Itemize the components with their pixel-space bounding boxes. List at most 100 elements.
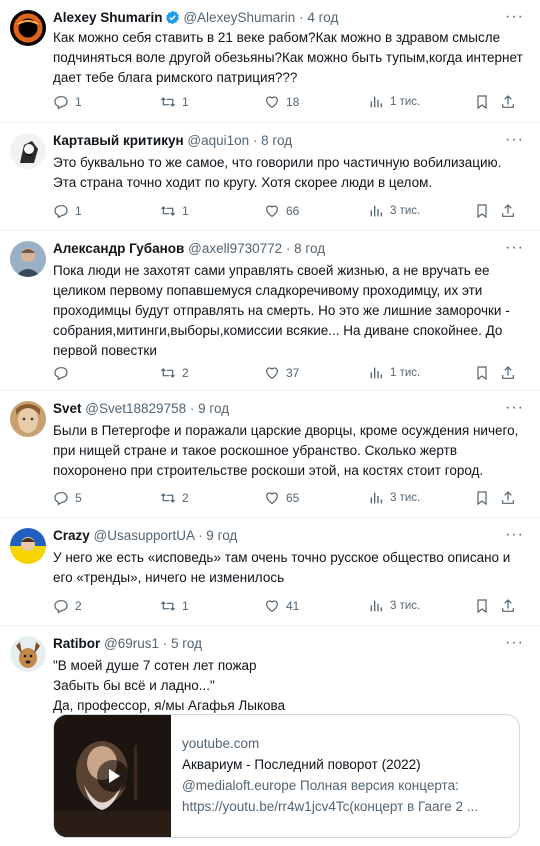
reply-count: 1: [75, 95, 82, 109]
reply-icon: [54, 367, 68, 381]
more-options-icon[interactable]: ···: [505, 400, 524, 416]
retweet-count: 1: [182, 204, 189, 218]
tweet-text: Это буквально то же самое, что говорили …: [53, 155, 502, 190]
tweet-2[interactable]: Картавый критикун @aqui1on · 8 год ··· Э…: [0, 123, 540, 231]
views-button[interactable]: 1 тис.: [368, 94, 474, 110]
more-options-icon[interactable]: ···: [505, 132, 524, 148]
share-button[interactable]: [500, 490, 520, 506]
author-handle[interactable]: @UsasupportUA: [94, 528, 195, 543]
author-handle[interactable]: @aqui1on: [187, 133, 249, 148]
heart-icon: [266, 367, 278, 380]
view-count: 1 тис.: [390, 367, 421, 379]
retweet-button[interactable]: 2: [160, 365, 264, 381]
avatar[interactable]: [10, 133, 46, 169]
link-card[interactable]: youtube.com Аквариум - Последний поворот…: [53, 714, 520, 838]
retweet-count: 2: [182, 366, 189, 380]
tweet-text: Пока люди не захотят сами управлять свое…: [53, 263, 510, 358]
reply-button[interactable]: 5: [53, 490, 160, 506]
bookmark-button[interactable]: [474, 203, 500, 219]
tweet-time[interactable]: · 9 год: [198, 528, 237, 543]
card-title: Аквариум - Последний поворот (2022): [182, 757, 421, 772]
more-options-icon[interactable]: ···: [505, 527, 524, 543]
like-button[interactable]: 37: [264, 365, 368, 381]
share-button[interactable]: [500, 598, 520, 614]
views-button[interactable]: 1 тис.: [368, 365, 474, 381]
reply-button[interactable]: 2: [53, 598, 160, 614]
author-name[interactable]: Crazy: [53, 528, 90, 543]
like-button[interactable]: 18: [264, 94, 368, 110]
verified-badge-icon: [165, 10, 180, 25]
tweet-header: Svet @Svet18829758 · 9 год: [53, 400, 500, 418]
reply-count: 1: [75, 204, 82, 218]
tweet-time[interactable]: · 8 год: [253, 133, 292, 148]
avatar[interactable]: [10, 528, 46, 564]
avatar[interactable]: [10, 241, 46, 277]
avatar[interactable]: [10, 636, 46, 672]
retweet-button[interactable]: 1: [160, 94, 264, 110]
author-name[interactable]: Svet: [53, 401, 82, 416]
author-name[interactable]: Alexey Shumarin: [53, 10, 163, 25]
bookmark-icon: [477, 491, 487, 506]
views-button[interactable]: 3 тис.: [368, 490, 474, 506]
tweet-header: Александр Губанов @axell9730772 · 8 год: [53, 240, 500, 258]
author-name[interactable]: Ratibor: [53, 636, 100, 651]
retweet-button[interactable]: 2: [160, 490, 264, 506]
views-button[interactable]: 3 тис.: [368, 203, 474, 219]
bookmark-icon: [477, 204, 487, 219]
author-handle[interactable]: @AlexeyShumarin: [183, 10, 295, 25]
author-handle[interactable]: @69rus1: [104, 636, 159, 651]
bookmark-button[interactable]: [474, 94, 500, 110]
heart-icon: [266, 205, 278, 218]
tweet-time[interactable]: · 5 год: [163, 636, 202, 651]
reply-icon: [54, 96, 68, 110]
author-name[interactable]: Александр Губанов: [53, 241, 184, 256]
heart-icon: [266, 96, 278, 109]
retweet-button[interactable]: 1: [160, 203, 264, 219]
reply-button[interactable]: [53, 365, 160, 381]
avatar[interactable]: [10, 401, 46, 437]
share-icon: [502, 95, 514, 108]
avatar[interactable]: [10, 10, 46, 46]
like-count: 37: [286, 366, 300, 380]
retweet-button[interactable]: 1: [160, 598, 264, 614]
retweet-icon: [160, 206, 176, 216]
tweet-4[interactable]: Svet @Svet18829758 · 9 год ··· Были в Пе…: [0, 391, 540, 518]
views-chart-icon: [370, 600, 382, 612]
tweet-1[interactable]: Alexey Shumarin @AlexeyShumarin · 4 год …: [0, 0, 540, 123]
view-count: 3 тис.: [390, 205, 421, 217]
reply-button[interactable]: 1: [53, 94, 160, 110]
video-thumbnail[interactable]: [54, 715, 171, 837]
tweet-time[interactable]: · 8 год: [286, 241, 325, 256]
tweet-header: Ratibor @69rus1 · 5 год: [53, 635, 500, 653]
share-button[interactable]: [500, 203, 520, 219]
tweet-time[interactable]: · 4 год: [299, 10, 338, 25]
tweet-6[interactable]: Ratibor @69rus1 · 5 год ··· "В моей душе…: [0, 626, 540, 846]
bookmark-icon: [477, 599, 487, 614]
play-icon[interactable]: [96, 759, 130, 793]
more-options-icon[interactable]: ···: [505, 240, 524, 256]
share-button[interactable]: [500, 94, 520, 110]
more-options-icon[interactable]: ···: [505, 9, 524, 25]
reply-icon: [54, 600, 68, 614]
views-button[interactable]: 3 тис.: [368, 598, 474, 614]
like-button[interactable]: 65: [264, 490, 368, 506]
retweet-count: 1: [182, 599, 189, 613]
bookmark-button[interactable]: [474, 598, 500, 614]
bookmark-button[interactable]: [474, 490, 500, 506]
author-name[interactable]: Картавый критикун: [53, 133, 184, 148]
view-count: 1 тис.: [390, 96, 421, 108]
tweet-5[interactable]: Crazy @UsasupportUA · 9 год ··· У него ж…: [0, 518, 540, 626]
like-button[interactable]: 41: [264, 598, 368, 614]
author-handle[interactable]: @Svet18829758: [85, 401, 186, 416]
tweet-time[interactable]: · 9 год: [190, 401, 229, 416]
like-button[interactable]: 66: [264, 203, 368, 219]
bookmark-button[interactable]: [474, 365, 500, 381]
retweet-icon: [160, 493, 176, 503]
share-button[interactable]: [500, 365, 520, 381]
tweet-3[interactable]: Александр Губанов @axell9730772 · 8 год …: [0, 231, 540, 391]
author-handle[interactable]: @axell9730772: [188, 241, 282, 256]
views-chart-icon: [370, 205, 382, 217]
reply-button[interactable]: 1: [53, 203, 160, 219]
more-options-icon[interactable]: ···: [505, 635, 524, 651]
tweet-text: У него же есть «исповедь» там очень точн…: [53, 550, 511, 585]
